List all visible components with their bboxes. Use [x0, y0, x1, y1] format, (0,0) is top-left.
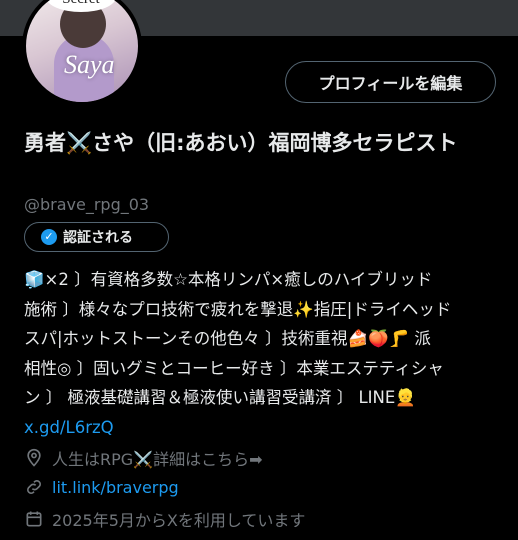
calendar-icon	[26, 511, 42, 527]
website-row[interactable]: lit.link/braverpg	[24, 477, 179, 497]
username-handle: @brave_rpg_03	[24, 195, 150, 214]
bio-line: スパ|ホットストーンその他色々 〕技術重視🍰🍑🦵 派	[24, 329, 431, 348]
avatar-name-label: Saya	[64, 50, 115, 79]
location-row: 人生はRPG⚔️詳細はこちら➡	[24, 446, 263, 470]
location-text: 人生はRPG⚔️詳細はこちら➡	[52, 450, 263, 469]
verified-button[interactable]: ✓ 認証される	[24, 222, 169, 252]
edit-profile-button[interactable]: プロフィールを編集	[285, 61, 496, 103]
bio-line: 施術 〕様々なプロ技術で疲れを撃退✨指圧|ドライヘッド	[24, 299, 452, 319]
joined-date: 2025年5月からXを利用しています	[52, 511, 306, 530]
bio-line: 🧊×2 〕有資格多数☆本格リンパ×癒しのハイブリッド	[24, 270, 433, 289]
avatar[interactable]: Secret Saya	[22, 0, 142, 106]
joined-row: 2025年5月からXを利用しています	[24, 507, 305, 531]
bio-link[interactable]: x.gd/L6rzQ	[24, 413, 499, 443]
website-link[interactable]: lit.link/braverpg	[52, 478, 179, 497]
bio-line: 相性◎ 〕固いグミとコーヒー好き 〕本業エステティシャ	[24, 358, 444, 378]
verified-label: 認証される	[63, 230, 133, 246]
link-icon	[27, 480, 41, 494]
location-pin-icon	[27, 448, 41, 467]
avatar-secret-label: Secret	[46, 0, 116, 12]
bio: 🧊×2 〕有資格多数☆本格リンパ×癒しのハイブリッド 施術 〕様々なプロ技術で疲…	[24, 265, 499, 442]
bio-line: ン 〕 極液基礎講習＆極液使い講習受講済 〕 LINE👱	[24, 388, 416, 407]
display-name: 勇者⚔️さや（旧:あおい）福岡博多セラピスト	[24, 131, 458, 155]
verified-badge-icon: ✓	[41, 229, 57, 245]
